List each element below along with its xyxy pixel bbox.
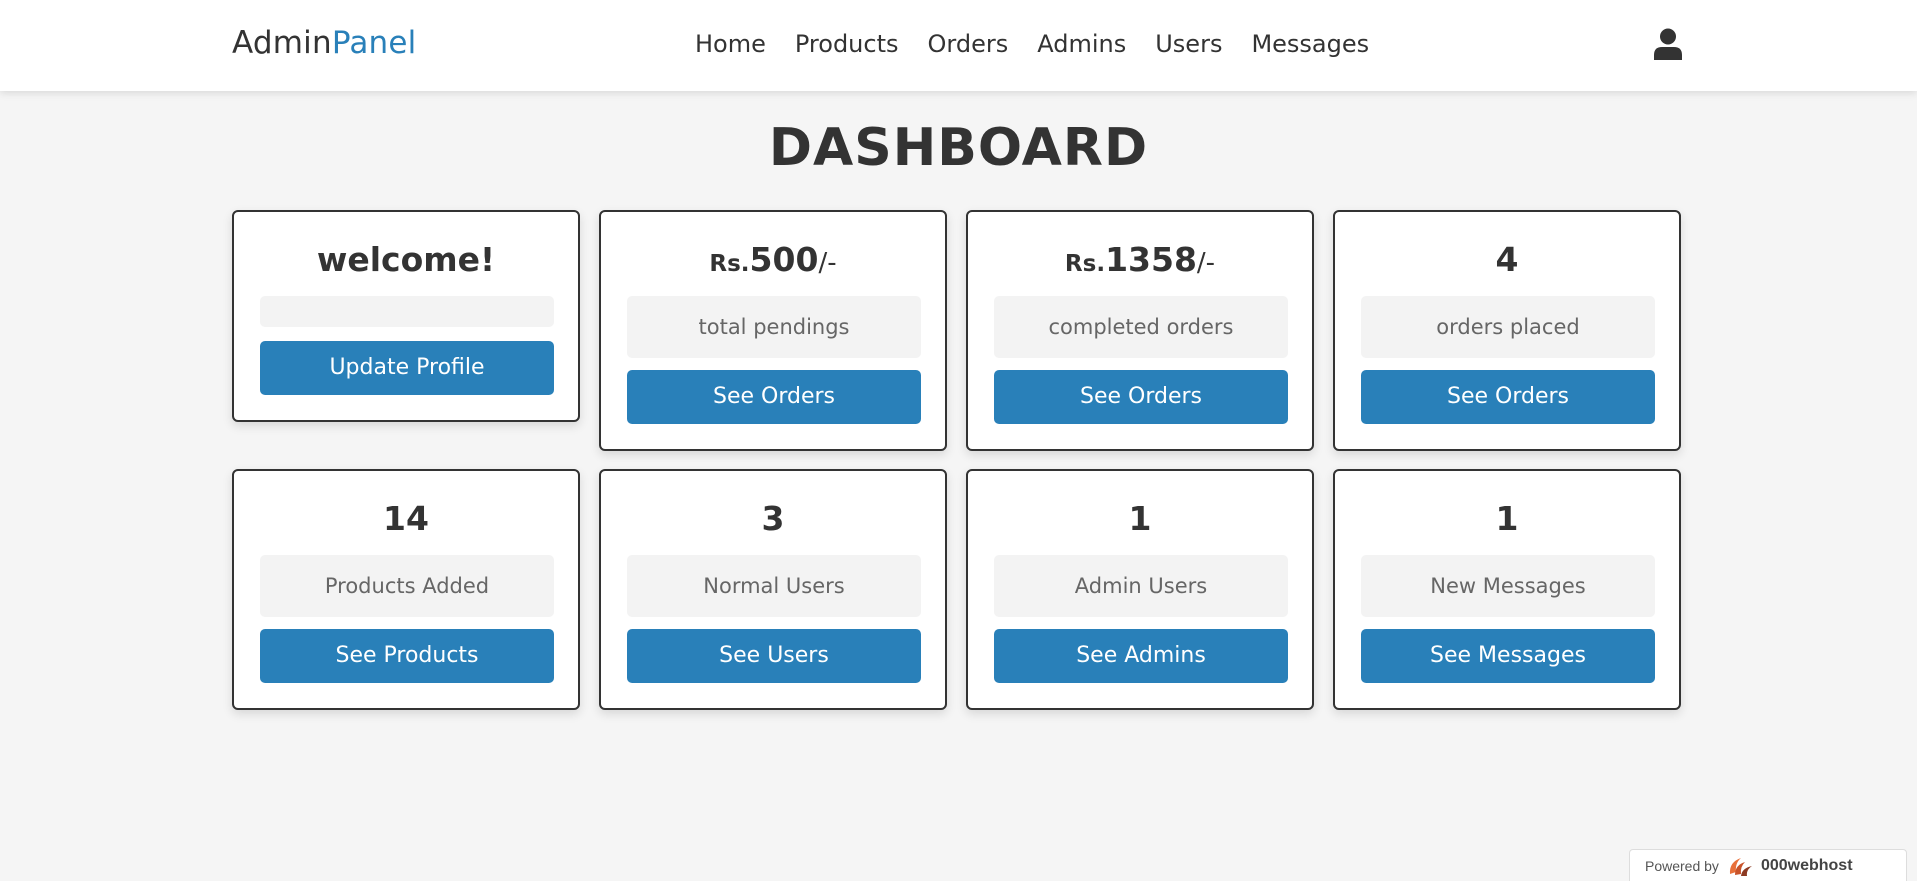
- card-suffix: /-: [1196, 248, 1216, 278]
- page-title: DASHBOARD: [768, 118, 1149, 178]
- card-heading: 1: [968, 499, 1312, 539]
- card-value: 3: [761, 499, 785, 538]
- card-label: Products Added: [260, 555, 554, 617]
- webhost-logo-icon: [1727, 854, 1755, 878]
- brand-logo[interactable]: AdminPanel: [232, 25, 416, 61]
- see-orders-button[interactable]: See Orders: [994, 370, 1288, 424]
- card-prefix: Rs.: [1064, 251, 1106, 277]
- powered-by-text: Powered by: [1645, 857, 1719, 874]
- card-suffix: /-: [818, 248, 837, 278]
- nav-products[interactable]: Products: [795, 30, 899, 58]
- products-added-card: 14 Products Added See Products: [232, 469, 580, 710]
- card-heading: Rs.1358/-: [968, 240, 1312, 284]
- normal-users-card: 3 Normal Users See Users: [599, 469, 947, 710]
- user-icon[interactable]: [1653, 28, 1683, 60]
- see-users-button[interactable]: See Users: [627, 629, 921, 683]
- card-value: 14: [383, 499, 429, 538]
- card-label: [260, 296, 554, 327]
- nav-users[interactable]: Users: [1155, 30, 1222, 58]
- card-label: Normal Users: [627, 555, 921, 617]
- card-prefix: Rs.: [709, 251, 750, 277]
- top-header: AdminPanel Home Products Orders Admins U…: [0, 0, 1917, 91]
- card-heading: Rs.500/-: [601, 240, 945, 284]
- orders-placed-card: 4 orders placed See Orders: [1333, 210, 1681, 451]
- nav-admins[interactable]: Admins: [1037, 30, 1126, 58]
- card-label: orders placed: [1361, 296, 1655, 358]
- card-value: welcome!: [316, 240, 496, 279]
- card-heading: welcome!: [234, 240, 578, 280]
- completed-orders-card: Rs.1358/- completed orders See Orders: [966, 210, 1314, 451]
- see-admins-button[interactable]: See Admins: [994, 629, 1288, 683]
- card-value: 1358: [1105, 240, 1197, 279]
- card-heading: 3: [601, 499, 945, 539]
- see-messages-button[interactable]: See Messages: [1361, 629, 1655, 683]
- admin-users-card: 1 Admin Users See Admins: [966, 469, 1314, 710]
- card-value: 500: [749, 240, 819, 279]
- card-heading: 1: [1335, 499, 1679, 539]
- update-profile-button[interactable]: Update Profile: [260, 341, 554, 395]
- webhost-name: 000webhost: [1760, 856, 1853, 874]
- see-products-button[interactable]: See Products: [260, 629, 554, 683]
- new-messages-card: 1 New Messages See Messages: [1333, 469, 1681, 710]
- logo-text-accent: Panel: [331, 25, 417, 61]
- card-heading: 14: [234, 499, 578, 539]
- see-orders-button[interactable]: See Orders: [1361, 370, 1655, 424]
- card-label: Admin Users: [994, 555, 1288, 617]
- nav-messages[interactable]: Messages: [1251, 30, 1369, 58]
- welcome-card: welcome! Update Profile: [232, 210, 580, 422]
- total-pendings-card: Rs.500/- total pendings See Orders: [599, 210, 947, 451]
- card-value: 4: [1495, 240, 1519, 279]
- card-value: 1: [1495, 499, 1519, 538]
- powered-by-badge[interactable]: Powered by 000webhost: [1629, 849, 1907, 881]
- logo-text-main: Admin: [232, 25, 332, 61]
- card-value: 1: [1128, 499, 1152, 538]
- see-orders-button[interactable]: See Orders: [627, 370, 921, 424]
- nav-orders[interactable]: Orders: [928, 30, 1009, 58]
- nav-home[interactable]: Home: [695, 30, 766, 58]
- card-label: total pendings: [627, 296, 921, 358]
- card-label: New Messages: [1361, 555, 1655, 617]
- card-heading: 4: [1335, 240, 1679, 280]
- card-label: completed orders: [994, 296, 1288, 358]
- main-nav: Home Products Orders Admins Users Messag…: [695, 30, 1369, 58]
